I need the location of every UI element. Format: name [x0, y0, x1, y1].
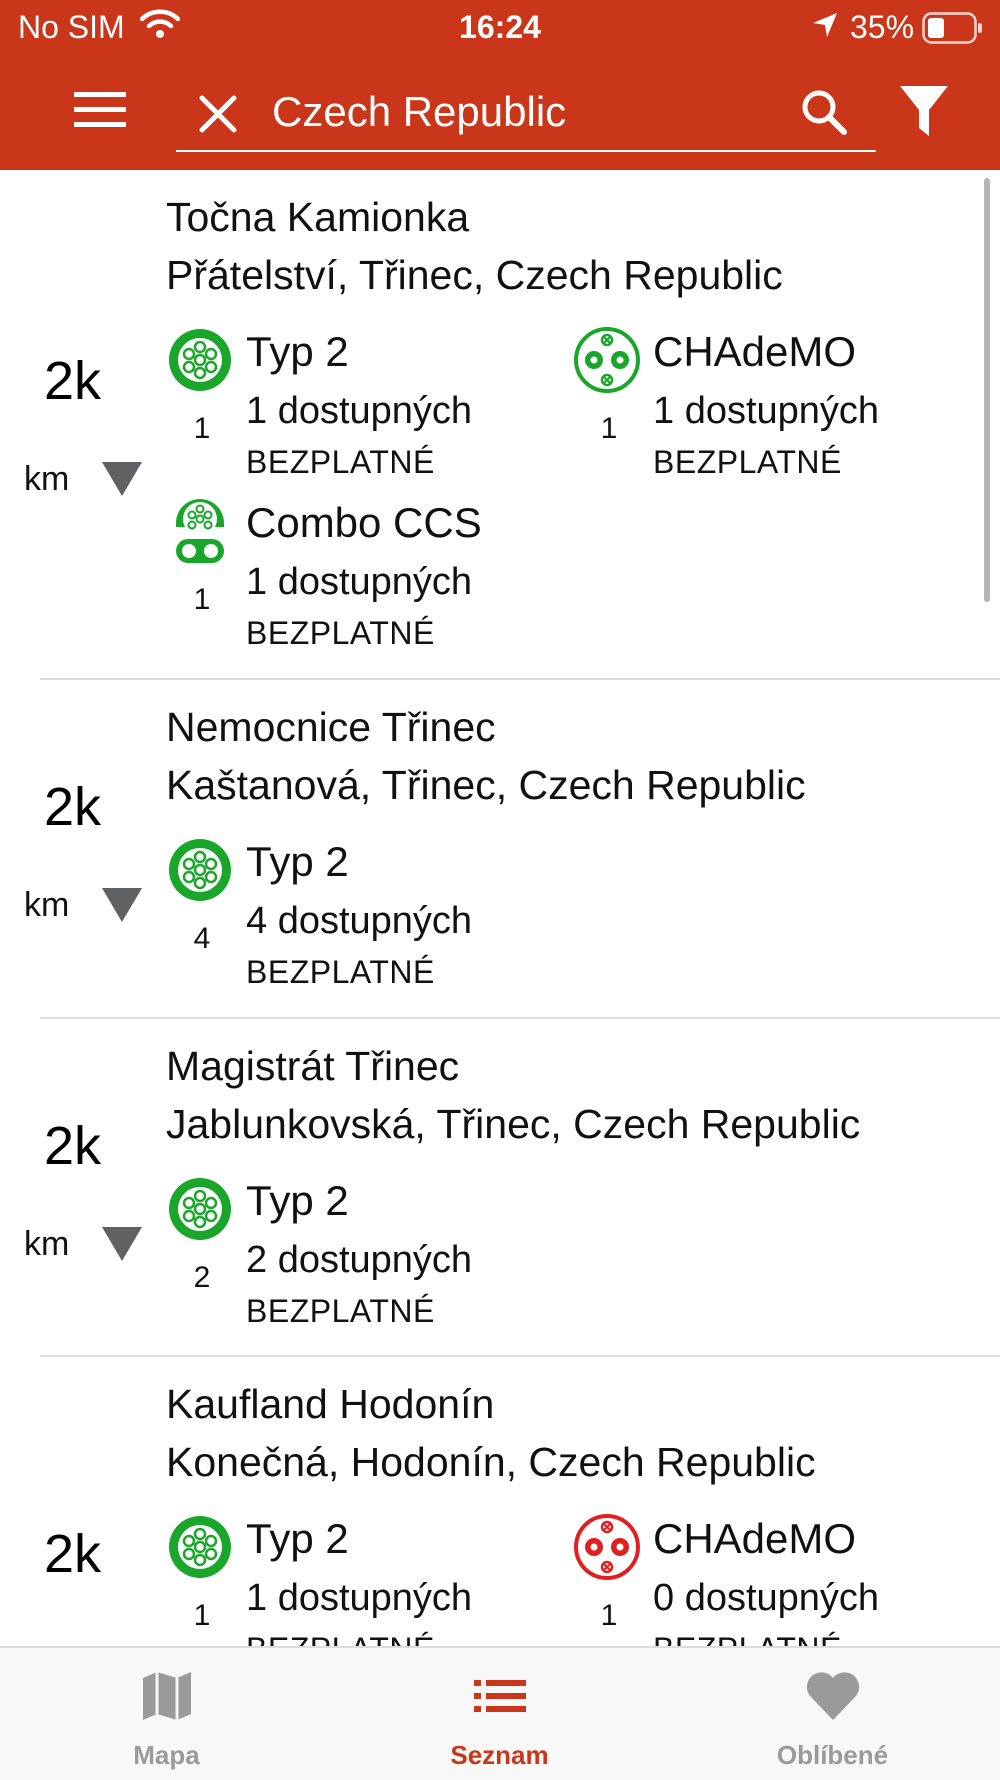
tab-label: Mapa [133, 1740, 200, 1770]
price-text: BEZPLATNÉ [246, 615, 435, 651]
distance-value: 2k [44, 1116, 102, 1176]
price-text: BEZPLATNÉ [653, 1631, 842, 1646]
connector-type: Typ 2 [246, 328, 349, 375]
distance-value: 2k [44, 1524, 102, 1584]
map-icon [0, 1668, 333, 1724]
type2-plug-icon [166, 1175, 234, 1248]
tab-mapa[interactable]: Mapa [0, 1648, 333, 1780]
availability-text: 1 dostupných [246, 390, 473, 432]
chademo-plug-icon [573, 326, 641, 399]
station-name: Kaufland Hodonín [166, 1381, 495, 1427]
connector-chademo: 1 CHAdeMO 0 dostupných BEZPLATNÉ [573, 1513, 973, 1646]
heart-icon [666, 1668, 999, 1724]
connector-type: CHAdeMO [653, 328, 857, 375]
triangle-down-icon [102, 888, 142, 922]
availability-text: 1 dostupných [653, 390, 880, 432]
station-name: Nemocnice Třinec [166, 704, 496, 750]
expand-button[interactable] [100, 886, 144, 929]
type2-plug-icon [166, 326, 234, 399]
connector-ccs: 1 Combo CCS 1 dostupných BEZPLATNÉ [166, 497, 566, 657]
connector-type: Typ 2 [246, 1515, 349, 1562]
search-input[interactable] [272, 84, 792, 140]
connector-count: 1 [193, 412, 211, 445]
connector-count: 1 [193, 1599, 211, 1632]
connector-type: Typ 2 [246, 838, 349, 885]
tab-bar: Mapa Seznam Oblíbené [0, 1646, 1000, 1780]
price-text: BEZPLATNÉ [246, 444, 435, 480]
expand-button[interactable] [100, 1225, 144, 1268]
chademo-plug-icon [573, 1513, 641, 1586]
connector-chademo: 1 CHAdeMO 1 dostupných BEZPLATNÉ [573, 326, 973, 486]
connector-type: Typ 2 [246, 1177, 349, 1224]
connector-type: Combo CCS [246, 499, 482, 546]
price-text: BEZPLATNÉ [653, 444, 842, 480]
distance-unit: km [24, 886, 70, 924]
app-header: No SIM 16:24 35% [0, 0, 1000, 170]
station-list[interactable]: Točna Kamionka Přátelství, Třinec, Czech… [0, 170, 1000, 1646]
search-button[interactable] [800, 88, 848, 141]
battery-percent: 35% [850, 9, 915, 45]
hamburger-icon [74, 92, 126, 127]
connector-count: 4 [193, 922, 211, 955]
clear-search-button[interactable] [198, 94, 238, 139]
station-row[interactable]: Nemocnice Třinec Kaštanová, Třinec, Czec… [0, 680, 1000, 1019]
price-text: BEZPLATNÉ [246, 954, 435, 990]
tab-label: Seznam [450, 1740, 549, 1770]
station-row[interactable]: Kaufland Hodonín Konečná, Hodonín, Czech… [0, 1357, 1000, 1646]
distance-value: 2k [44, 351, 102, 411]
station-name: Magistrát Třinec [166, 1043, 460, 1089]
triangle-down-icon [102, 462, 142, 496]
station-address: Jablunkovská, Třinec, Czech Republic [166, 1101, 861, 1147]
type2-plug-icon [166, 836, 234, 909]
distance-value: 2k [44, 777, 102, 837]
distance-unit: km [24, 1225, 70, 1263]
status-bar: No SIM 16:24 35% [0, 0, 1000, 56]
type2-plug-icon [166, 1513, 234, 1586]
price-text: BEZPLATNÉ [246, 1293, 435, 1329]
availability-text: 1 dostupných [246, 561, 473, 603]
filter-button[interactable] [898, 84, 950, 145]
triangle-down-icon [102, 1227, 142, 1261]
connector-type: CHAdeMO [653, 1515, 857, 1562]
connector-type2: 2 Typ 2 2 dostupných BEZPLATNÉ [166, 1175, 566, 1335]
connector-type2: 1 Typ 2 1 dostupných BEZPLATNÉ [166, 1513, 566, 1646]
connector-count: 1 [193, 583, 211, 616]
price-text: BEZPLATNÉ [246, 1631, 435, 1646]
search-bar [176, 78, 876, 152]
filter-icon [900, 86, 948, 136]
station-row[interactable]: Magistrát Třinec Jablunkovská, Třinec, C… [0, 1019, 1000, 1357]
connector-type2: 1 Typ 2 1 dostupných BEZPLATNÉ [166, 326, 566, 486]
tab-label: Oblíbené [776, 1740, 889, 1770]
connector-count: 2 [193, 1261, 211, 1294]
connector-count: 1 [600, 1599, 618, 1632]
availability-text: 1 dostupných [246, 1577, 473, 1619]
station-address: Konečná, Hodonín, Czech Republic [166, 1439, 816, 1485]
station-row[interactable]: Točna Kamionka Přátelství, Třinec, Czech… [0, 170, 1000, 680]
close-icon [199, 95, 237, 133]
list-icon [333, 1668, 666, 1724]
distance-unit: km [24, 460, 70, 498]
connector-type2: 4 Typ 2 4 dostupných BEZPLATNÉ [166, 836, 566, 996]
battery-icon [922, 12, 984, 52]
location-arrow-icon [810, 10, 840, 48]
tab-oblibene[interactable]: Oblíbené [666, 1648, 999, 1780]
expand-button[interactable] [100, 460, 144, 503]
menu-button[interactable] [74, 92, 126, 133]
connector-count: 1 [600, 412, 618, 445]
availability-text: 0 dostupných [653, 1577, 880, 1619]
search-icon [802, 90, 847, 135]
station-address: Kaštanová, Třinec, Czech Republic [166, 762, 806, 808]
ccs-plug-icon [174, 497, 226, 570]
station-name: Točna Kamionka [166, 194, 470, 240]
tab-seznam[interactable]: Seznam [333, 1648, 666, 1780]
station-address: Přátelství, Třinec, Czech Republic [166, 252, 783, 298]
availability-text: 4 dostupných [246, 900, 473, 942]
availability-text: 2 dostupných [246, 1239, 473, 1281]
